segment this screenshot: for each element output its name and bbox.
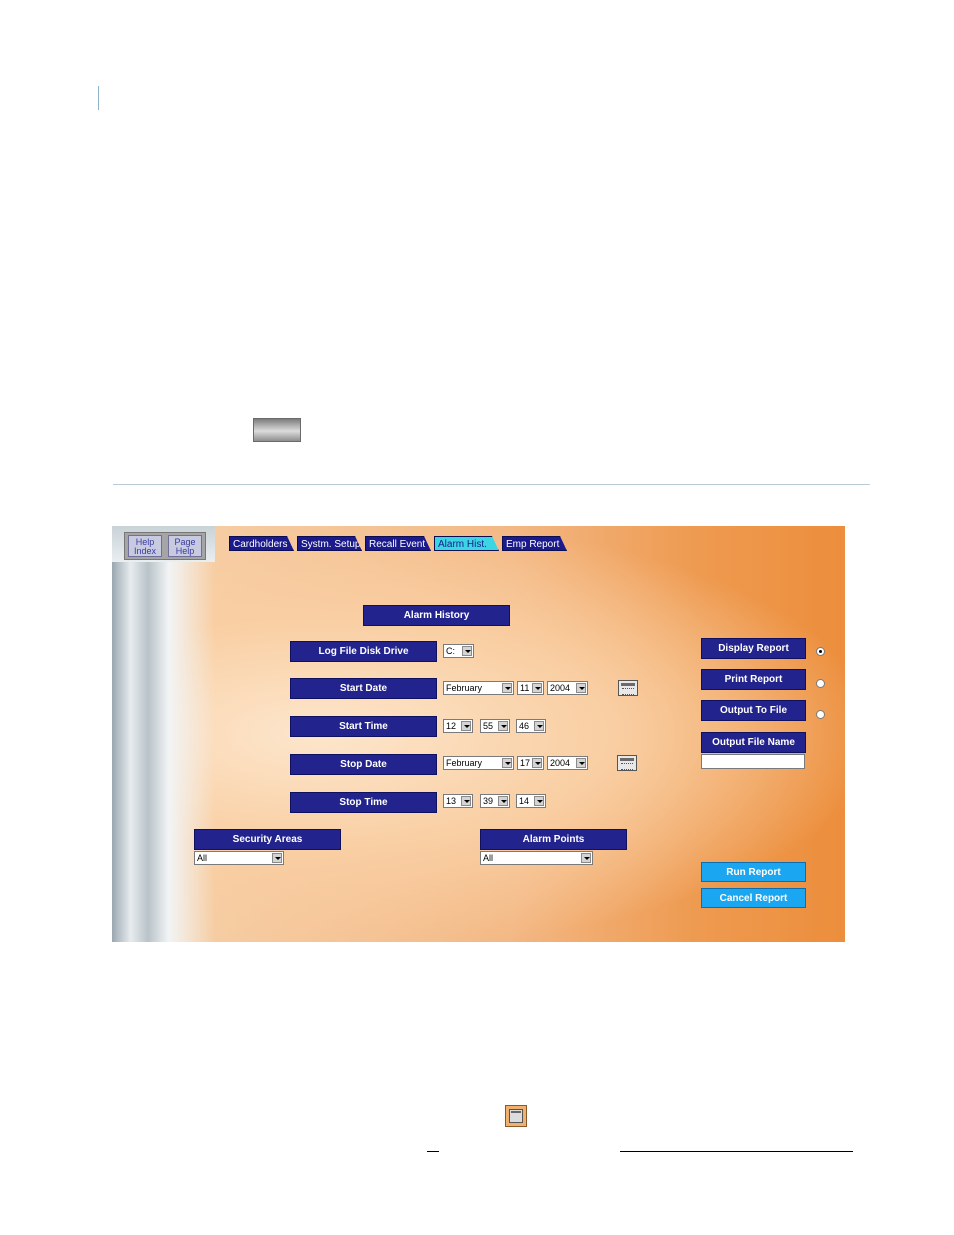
section-divider: [113, 484, 870, 485]
start-day-value: 11: [520, 683, 530, 693]
page-title: Alarm History: [363, 605, 510, 626]
chevron-down-icon: [461, 721, 471, 731]
tab-cardholders[interactable]: Cardholders: [229, 536, 294, 551]
alarm-points-value: All: [483, 853, 494, 863]
underline-short: [427, 1151, 439, 1152]
stop-second-value: 14: [519, 796, 530, 806]
stop-minute-select[interactable]: 39: [480, 794, 510, 808]
chevron-down-icon: [272, 853, 282, 863]
calendar-icon[interactable]: [618, 680, 638, 696]
stop-date-label: Stop Date: [290, 754, 437, 775]
chevron-down-icon: [498, 796, 508, 806]
output-to-file-radio[interactable]: [816, 710, 825, 719]
start-month-value: February: [446, 683, 483, 693]
stop-minute-value: 39: [483, 796, 494, 806]
stop-day-select[interactable]: 17: [517, 756, 544, 770]
output-file-name-input[interactable]: [701, 754, 805, 769]
tab-emp-report[interactable]: Emp Report: [502, 536, 567, 551]
chevron-down-icon: [581, 853, 591, 863]
stop-month-select[interactable]: February: [443, 756, 514, 770]
chevron-down-icon: [532, 758, 542, 768]
stop-hour-select[interactable]: 13: [443, 794, 473, 808]
gray-button-sample: [253, 418, 301, 442]
security-areas-select[interactable]: All: [194, 851, 284, 865]
start-hour-value: 12: [446, 721, 457, 731]
chevron-down-icon: [532, 683, 542, 693]
start-hour-select[interactable]: 12: [443, 719, 473, 733]
chevron-down-icon: [461, 796, 471, 806]
start-minute-value: 55: [483, 721, 494, 731]
tab-recall-event[interactable]: Recall Event: [365, 536, 431, 551]
display-report-label: Display Report: [701, 638, 806, 659]
alarm-history-screenshot: Help Index Page Help Cardholders Systm. …: [112, 526, 845, 942]
security-areas-value: All: [197, 853, 208, 863]
log-drive-label: Log File Disk Drive: [290, 641, 437, 662]
stop-month-value: February: [446, 758, 483, 768]
chevron-down-icon: [576, 683, 586, 693]
log-drive-select[interactable]: C:: [443, 644, 474, 658]
output-file-name-label: Output File Name: [701, 732, 806, 753]
stop-day-value: 17: [520, 758, 531, 768]
stop-hour-value: 13: [446, 796, 457, 806]
alarm-points-select[interactable]: All: [480, 851, 593, 865]
stop-second-select[interactable]: 14: [516, 794, 546, 808]
tab-system-setup[interactable]: Systm. Setup: [297, 536, 362, 551]
start-date-label: Start Date: [290, 678, 437, 699]
print-report-radio[interactable]: [816, 679, 825, 688]
margin-bar: [98, 86, 99, 110]
start-minute-select[interactable]: 55: [480, 719, 510, 733]
stop-year-value: 2004: [550, 758, 571, 768]
alarm-points-label: Alarm Points: [480, 829, 627, 850]
start-day-select[interactable]: 11: [517, 681, 544, 695]
stop-year-select[interactable]: 2004: [547, 756, 588, 770]
help-index-button[interactable]: Help Index: [128, 535, 162, 557]
chevron-down-icon: [534, 721, 544, 731]
output-to-file-label: Output To File: [701, 700, 806, 721]
underline-long: [620, 1151, 853, 1152]
run-report-button[interactable]: Run Report: [701, 862, 806, 882]
calendar-icon[interactable]: [617, 755, 637, 771]
stop-time-label: Stop Time: [290, 792, 437, 813]
chevron-down-icon: [502, 683, 512, 693]
chevron-down-icon: [498, 721, 508, 731]
chevron-down-icon: [534, 796, 544, 806]
start-year-select[interactable]: 2004: [547, 681, 588, 695]
display-report-radio[interactable]: [816, 647, 825, 656]
chevron-down-icon: [576, 758, 586, 768]
metal-sidebar: [112, 526, 215, 942]
start-time-label: Start Time: [290, 716, 437, 737]
cancel-report-button[interactable]: Cancel Report: [701, 888, 806, 908]
print-report-label: Print Report: [701, 669, 806, 690]
security-areas-label: Security Areas: [194, 829, 341, 850]
tab-alarm-history[interactable]: Alarm Hist.: [434, 536, 499, 551]
report-icon: [505, 1105, 527, 1127]
start-second-value: 46: [519, 721, 530, 731]
chevron-down-icon: [502, 758, 512, 768]
start-month-select[interactable]: February: [443, 681, 514, 695]
page-help-button[interactable]: Page Help: [168, 535, 202, 557]
start-year-value: 2004: [550, 683, 571, 693]
log-drive-value: C:: [446, 646, 455, 656]
start-second-select[interactable]: 46: [516, 719, 546, 733]
chevron-down-icon: [462, 646, 472, 656]
